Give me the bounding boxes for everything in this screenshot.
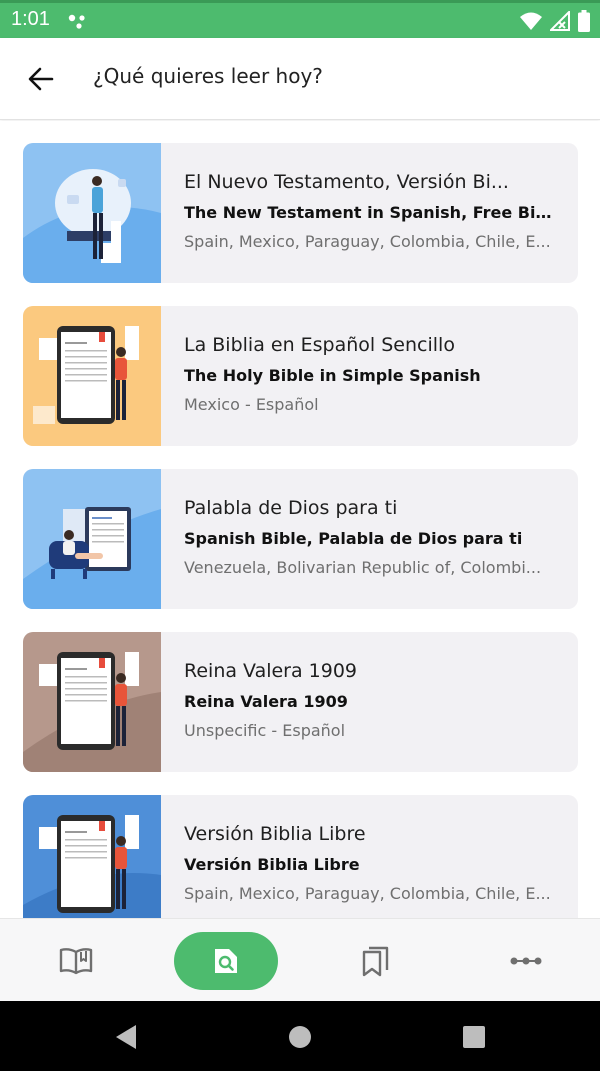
- bible-meta: Spain, Mexico, Paraguay, Colombia, Chile…: [184, 884, 551, 903]
- armchair-reader-illustration: [23, 469, 161, 609]
- battery-icon: [578, 10, 590, 32]
- assistant-dots-icon: [68, 14, 85, 29]
- bookmarks-icon: [362, 946, 389, 977]
- bible-subtitle: Spanish Bible, Palabla de Dios para ti: [184, 529, 523, 548]
- nav-bookmarks-tab[interactable]: [324, 932, 428, 990]
- wifi-icon: [520, 12, 542, 30]
- bible-meta: Unspecific - Español: [184, 721, 346, 740]
- tablet-reader-illustration: [23, 795, 161, 918]
- system-navigation-bar: [0, 1001, 600, 1071]
- bible-title: Reina Valera 1909: [184, 660, 358, 682]
- more-icon: [510, 957, 542, 965]
- circle-home-icon[interactable]: [286, 1023, 314, 1051]
- square-recents-icon[interactable]: [460, 1023, 488, 1051]
- bible-title: La Biblia en Español Sencillo: [184, 334, 455, 356]
- status-time: 1:01: [11, 8, 50, 30]
- bible-list[interactable]: El Nuevo Testamento, Versión Bi... The N…: [0, 121, 600, 918]
- tablet-reader-illustration: [23, 306, 161, 446]
- bible-card[interactable]: El Nuevo Testamento, Versión Bi... The N…: [23, 143, 578, 283]
- bible-title: Palabla de Dios para ti: [184, 497, 398, 519]
- search-document-icon: [215, 949, 237, 973]
- status-bar: 1:01: [0, 0, 600, 38]
- reader-illustration: [23, 143, 161, 283]
- bible-card[interactable]: Palabla de Dios para ti Spanish Bible, P…: [23, 469, 578, 609]
- triangle-back-icon[interactable]: [112, 1023, 140, 1051]
- app-bar: ¿Qué quieres leer hoy?: [0, 38, 600, 120]
- bible-meta: Spain, Mexico, Paraguay, Colombia, Chile…: [184, 232, 551, 251]
- nav-read-tab[interactable]: [24, 932, 128, 990]
- arrow-left-icon: [28, 67, 54, 91]
- page-title: ¿Qué quieres leer hoy?: [93, 64, 323, 88]
- bible-title: El Nuevo Testamento, Versión Bi...: [184, 171, 509, 193]
- tablet-reader-illustration: [23, 632, 161, 772]
- bible-card[interactable]: Versión Biblia Libre Versión Biblia Libr…: [23, 795, 578, 918]
- bottom-navigation: [0, 918, 600, 1001]
- bible-title: Versión Biblia Libre: [184, 823, 366, 845]
- bible-card[interactable]: La Biblia en Español Sencillo The Holy B…: [23, 306, 578, 446]
- bible-subtitle: The Holy Bible in Simple Spanish: [184, 366, 481, 385]
- bible-meta: Mexico - Español: [184, 395, 319, 414]
- bible-subtitle: The New Testament in Spanish, Free Bibl.…: [184, 203, 554, 222]
- bible-card[interactable]: Reina Valera 1909 Reina Valera 1909 Unsp…: [23, 632, 578, 772]
- open-book-icon: [59, 948, 93, 975]
- bible-meta: Venezuela, Bolivarian Republic of, Colom…: [184, 558, 542, 577]
- bible-subtitle: Reina Valera 1909: [184, 692, 348, 711]
- nav-more-tab[interactable]: [474, 932, 578, 990]
- bible-subtitle: Versión Biblia Libre: [184, 855, 360, 874]
- cell-signal-icon: [550, 11, 570, 31]
- back-button[interactable]: [22, 60, 60, 98]
- nav-search-tab[interactable]: [174, 932, 278, 990]
